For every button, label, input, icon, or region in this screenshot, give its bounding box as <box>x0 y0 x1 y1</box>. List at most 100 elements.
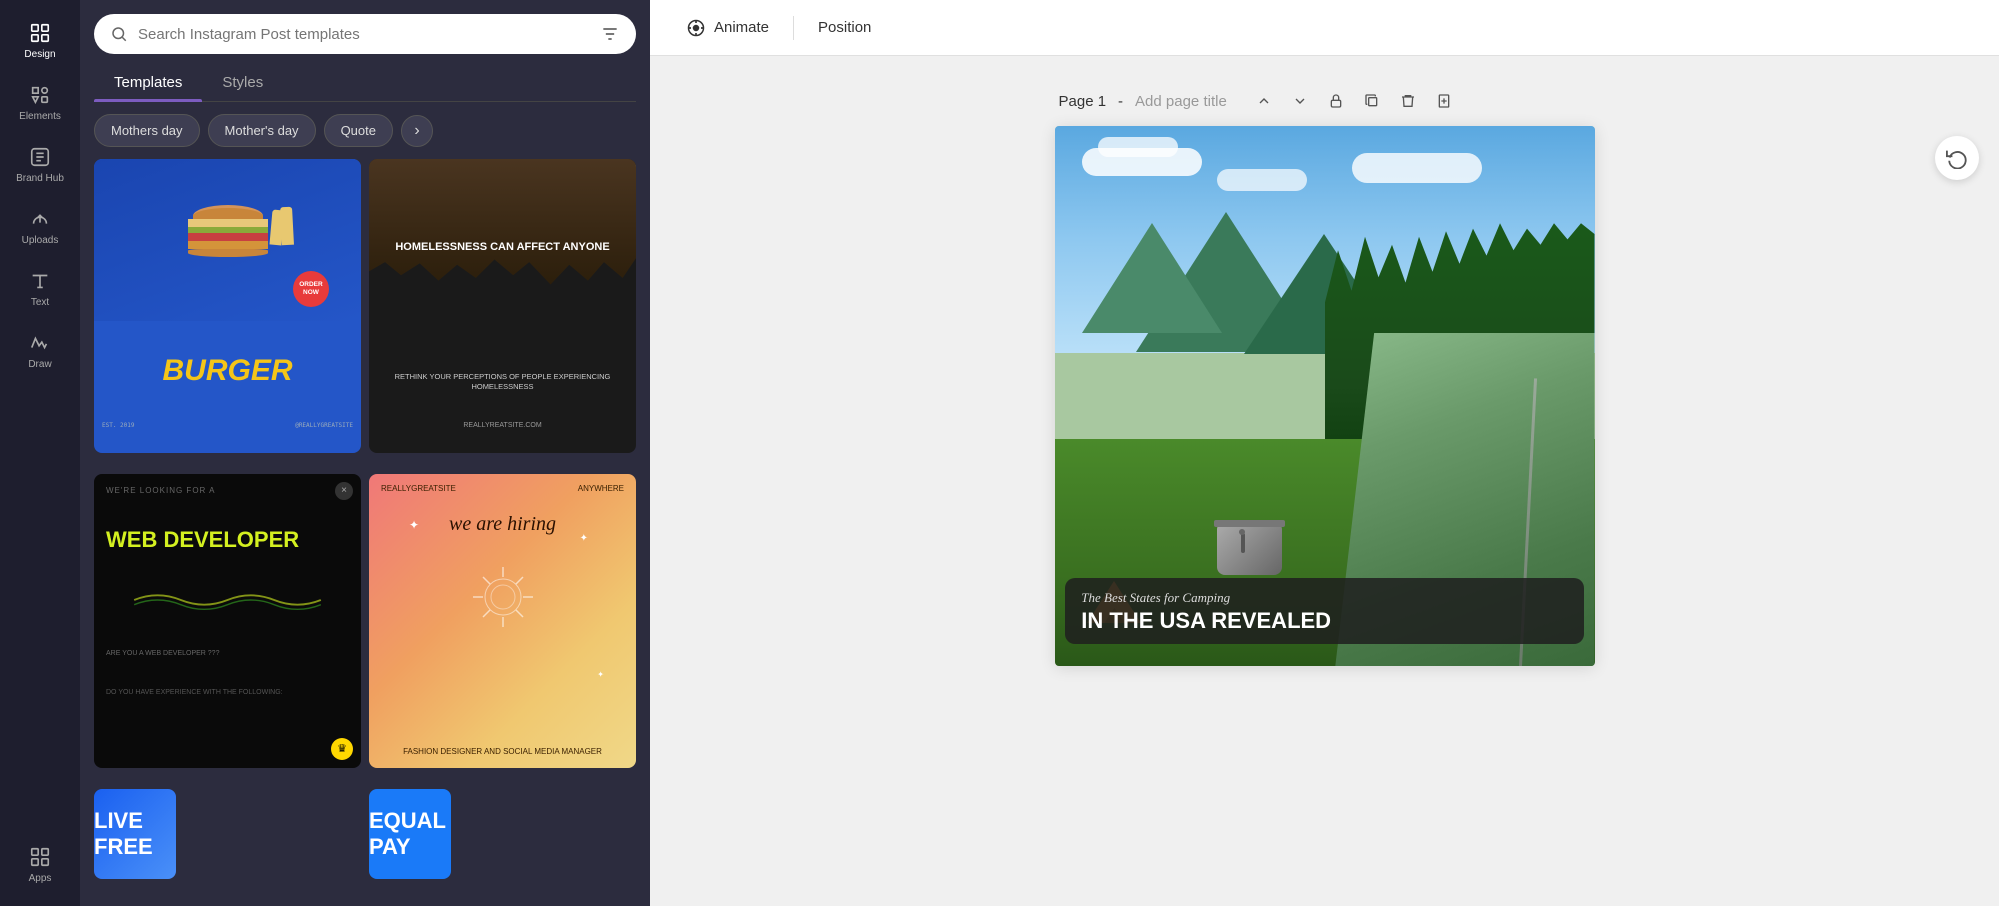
page-header: Page 1 - Add page title <box>1055 86 1459 116</box>
homeless-subtext: RETHINK YOUR PERCEPTIONS OF PEOPLE EXPER… <box>369 364 636 400</box>
burger-badge: ORDER NOW <box>293 271 329 307</box>
webdev-subtitle: ARE YOU A WEB DEVELOPER ??? <box>106 650 349 657</box>
chevron-down-icon <box>1292 93 1308 109</box>
refresh-icon <box>1946 147 1968 169</box>
animate-icon <box>686 18 706 38</box>
canvas-image: The Best States for Camping IN THE USA R… <box>1055 126 1595 666</box>
canvas-page[interactable]: The Best States for Camping IN THE USA R… <box>1055 126 1595 666</box>
sidebar-item-uploads[interactable]: Uploads <box>0 196 80 258</box>
sidebar-item-design-label: Design <box>24 49 55 60</box>
page-header-actions <box>1249 86 1459 116</box>
star-3: ✦ <box>597 670 604 679</box>
search-input[interactable] <box>138 26 590 43</box>
star-2: ✦ <box>580 533 588 544</box>
pot-container <box>1217 525 1282 580</box>
webdev-body: DO YOU HAVE EXPERIENCE WITH THE FOLLOWIN… <box>106 689 349 696</box>
chevron-down-button[interactable] <box>1285 86 1315 116</box>
apps-icon <box>29 846 51 868</box>
hiring-sun <box>468 562 538 637</box>
webdev-spacer <box>106 726 349 756</box>
template-card-webdev[interactable]: WE'RE LOOKING FOR A WEB DEVELOPER ARE YO… <box>94 474 361 768</box>
cloud-2 <box>1217 169 1307 191</box>
duplicate-button[interactable] <box>1357 86 1387 116</box>
template-card-live-free[interactable]: LIVE FREE <box>94 789 176 879</box>
tab-styles[interactable]: Styles <box>202 64 283 101</box>
webdev-wave <box>106 586 349 614</box>
position-label: Position <box>818 19 871 36</box>
canvas-area: Page 1 - Add page title <box>650 56 1999 906</box>
sidebar-item-draw-label: Draw <box>28 359 51 370</box>
live-free-text: LIVE FREE <box>94 808 176 860</box>
cloud-1b <box>1098 137 1178 157</box>
top-toolbar: Animate Position <box>650 0 1999 56</box>
refresh-button[interactable] <box>1935 136 1979 180</box>
webdev-top: WE'RE LOOKING FOR A <box>106 486 349 495</box>
trash-icon <box>1400 93 1416 109</box>
canvas-caption: The Best States for Camping IN THE USA R… <box>1065 578 1583 644</box>
burger-title: BURGER <box>94 354 361 388</box>
search-icon <box>110 25 128 43</box>
toolbar-divider <box>793 16 794 40</box>
filter-icon[interactable] <box>600 24 620 44</box>
filter-chips: Mothers day Mother's day Quote › <box>80 102 650 159</box>
duplicate-icon <box>1364 93 1380 109</box>
sidebar-item-elements[interactable]: Elements <box>0 72 80 134</box>
brand-hub-icon <box>29 146 51 168</box>
page-title-add[interactable]: Add page title <box>1135 93 1227 110</box>
sidebar-item-elements-label: Elements <box>19 111 61 122</box>
homeless-url: REALLYREATSITE.COM <box>369 422 636 429</box>
tab-templates[interactable]: Templates <box>94 64 202 101</box>
sidebar-item-uploads-label: Uploads <box>22 235 59 246</box>
sidebar-item-design[interactable]: Design <box>0 10 80 72</box>
star-1: ✦ <box>409 518 419 532</box>
sidebar-item-text[interactable]: Text <box>0 258 80 320</box>
search-bar <box>94 14 636 54</box>
left-panel: Templates Styles Mothers day Mother's da… <box>80 0 650 906</box>
webdev-close-button[interactable]: × <box>335 482 353 500</box>
webdev-title-container: WEB DEVELOPER <box>106 529 349 551</box>
animate-label: Animate <box>714 19 769 36</box>
lock-button[interactable] <box>1321 86 1351 116</box>
main-area: Animate Position Page 1 - Add page title <box>650 0 1999 906</box>
burger-footer: EST. 2019 @REALLYGREATSITE <box>94 422 361 429</box>
uploads-icon <box>29 208 51 230</box>
webdev-crown-badge: ♛ <box>331 738 353 760</box>
chip-mothers-day-apos[interactable]: Mother's day <box>208 114 316 147</box>
position-button[interactable]: Position <box>802 11 887 44</box>
caption-subtitle: The Best States for Camping <box>1081 590 1567 606</box>
page-container: Page 1 - Add page title <box>1055 86 1595 666</box>
template-card-burger[interactable]: ORDER NOW BURGER EST. 2019 @REALLYGREATS… <box>94 159 361 453</box>
sidebar-item-apps[interactable]: Apps <box>0 834 80 896</box>
page-label: Page 1 <box>1059 93 1107 110</box>
animate-button[interactable]: Animate <box>670 10 785 46</box>
sidebar: Design Elements Brand Hub Uploads Text <box>0 0 80 906</box>
lock-icon <box>1328 93 1344 109</box>
hiring-role: FASHION DESIGNER AND SOCIAL MEDIA MANAGE… <box>381 747 624 757</box>
webdev-title: WEB DEVELOPER <box>106 529 349 551</box>
sidebar-item-brand-hub[interactable]: Brand Hub <box>0 134 80 196</box>
tabs-container: Templates Styles <box>94 64 636 102</box>
add-page-button[interactable] <box>1429 86 1459 116</box>
chip-quote[interactable]: Quote <box>324 114 393 147</box>
page-separator: - <box>1118 93 1123 110</box>
template-card-hiring[interactable]: REALLYGREATSITE ANYWHERE <box>369 474 636 768</box>
homeless-text: HOMELESSNESS CAN AFFECT ANYONE <box>369 232 636 262</box>
chips-scroll-arrow[interactable]: › <box>401 115 433 147</box>
sidebar-item-text-label: Text <box>31 297 49 308</box>
delete-button[interactable] <box>1393 86 1423 116</box>
template-card-equal-pay[interactable]: EQUAL PAY <box>369 789 451 879</box>
chip-mothers-day[interactable]: Mothers day <box>94 114 200 147</box>
search-container <box>80 0 650 64</box>
caption-title: IN THE USA REVEALED <box>1081 610 1567 632</box>
cloud-3 <box>1352 153 1482 183</box>
draw-icon <box>29 332 51 354</box>
templates-grid: ORDER NOW BURGER EST. 2019 @REALLYGREATS… <box>80 159 650 906</box>
text-icon <box>29 270 51 292</box>
equal-pay-text: EQUAL PAY <box>369 808 451 860</box>
sidebar-item-apps-label: Apps <box>29 873 52 884</box>
mountain-2 <box>1082 223 1222 333</box>
template-card-homeless[interactable]: HOMELESSNESS CAN AFFECT ANYONE HOMELESSN… <box>369 159 636 453</box>
chevron-up-icon <box>1256 93 1272 109</box>
sidebar-item-draw[interactable]: Draw <box>0 320 80 382</box>
chevron-up-button[interactable] <box>1249 86 1279 116</box>
